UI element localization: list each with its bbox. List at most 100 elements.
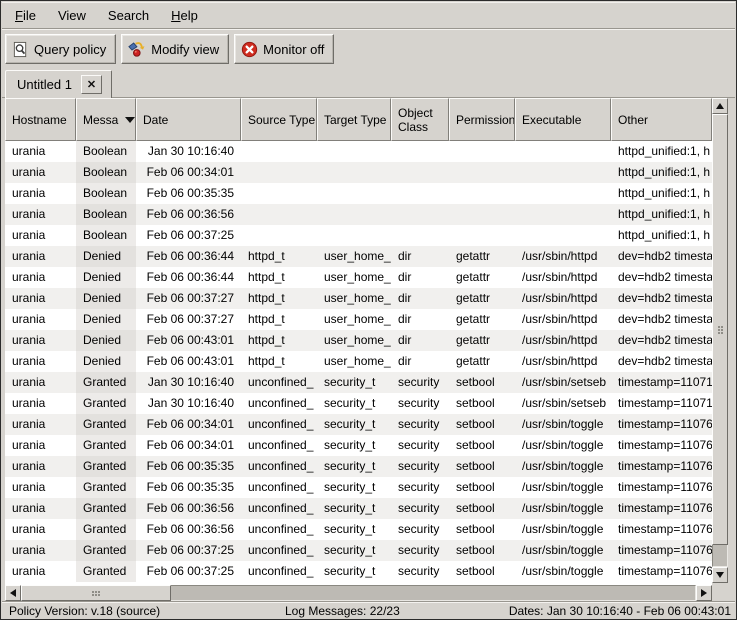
table-cell: Granted xyxy=(76,561,136,582)
menu-view[interactable]: View xyxy=(47,4,97,27)
horizontal-scroll-thumb[interactable] xyxy=(21,585,171,601)
table-cell: unconfined_ xyxy=(241,519,317,540)
table-row[interactable]: uraniaBooleanJan 30 10:16:40httpd_unifie… xyxy=(5,141,712,162)
table-row[interactable]: uraniaGrantedFeb 06 00:35:35unconfined_s… xyxy=(5,477,712,498)
table-row[interactable]: uraniaDeniedFeb 06 00:37:27httpd_tuser_h… xyxy=(5,309,712,330)
table-cell: Boolean xyxy=(76,141,136,162)
table-cell: httpd_t xyxy=(241,330,317,351)
table-cell: /usr/sbin/toggle xyxy=(515,540,611,561)
table-cell: /usr/sbin/setseb xyxy=(515,372,611,393)
menu-search[interactable]: Search xyxy=(97,4,160,27)
column-header-message[interactable]: Messa xyxy=(76,98,136,141)
column-header-object-class[interactable]: Object Class xyxy=(391,98,449,141)
table-row[interactable]: uraniaBooleanFeb 06 00:37:25httpd_unifie… xyxy=(5,225,712,246)
tab-close-button[interactable]: ✕ xyxy=(81,75,102,94)
table-cell: dir xyxy=(391,246,449,267)
table-cell: Feb 06 00:35:35 xyxy=(136,477,241,498)
table-cell: unconfined_ xyxy=(241,561,317,582)
column-header-date[interactable]: Date xyxy=(136,98,241,141)
table-row[interactable]: uraniaGrantedFeb 06 00:36:56unconfined_s… xyxy=(5,519,712,540)
table-cell: urania xyxy=(5,267,76,288)
policy-version-status: Policy Version: v.18 (source) xyxy=(9,604,160,618)
horizontal-scrollbar[interactable] xyxy=(5,585,712,601)
table-cell: unconfined_ xyxy=(241,393,317,414)
scroll-down-button[interactable] xyxy=(712,567,728,583)
menu-help[interactable]: Help xyxy=(160,4,209,27)
table-cell: user_home_ xyxy=(317,351,391,372)
table-cell: security xyxy=(391,435,449,456)
table-cell: timestamp=11071 xyxy=(611,372,712,393)
table-row[interactable]: uraniaBooleanFeb 06 00:34:01httpd_unifie… xyxy=(5,162,712,183)
table-cell: urania xyxy=(5,477,76,498)
table-cell: /usr/sbin/httpd xyxy=(515,288,611,309)
table-row[interactable]: uraniaGrantedFeb 06 00:35:35unconfined_s… xyxy=(5,456,712,477)
table-cell: httpd_t xyxy=(241,246,317,267)
table-cell: /usr/sbin/httpd xyxy=(515,330,611,351)
table-cell: getattr xyxy=(449,309,515,330)
column-header-other[interactable]: Other xyxy=(611,98,712,141)
table-row[interactable]: uraniaGrantedFeb 06 00:37:25unconfined_s… xyxy=(5,561,712,582)
table-cell: Granted xyxy=(76,414,136,435)
table-cell: dir xyxy=(391,309,449,330)
table-cell: security_t xyxy=(317,372,391,393)
table-cell: security_t xyxy=(317,519,391,540)
arrow-down-icon xyxy=(716,572,724,578)
arrow-left-icon xyxy=(10,589,16,597)
scroll-up-button[interactable] xyxy=(712,98,728,114)
column-header-permission[interactable]: Permission xyxy=(449,98,515,141)
table-row[interactable]: uraniaBooleanFeb 06 00:35:35httpd_unifie… xyxy=(5,183,712,204)
tab-label: Untitled 1 xyxy=(17,77,72,92)
table-cell: Feb 06 00:37:27 xyxy=(136,309,241,330)
table-cell: unconfined_ xyxy=(241,414,317,435)
column-header-target-type[interactable]: Target Type xyxy=(317,98,391,141)
table-cell: urania xyxy=(5,393,76,414)
table-cell: Feb 06 00:34:01 xyxy=(136,414,241,435)
column-header-hostname[interactable]: Hostname xyxy=(5,98,76,141)
vertical-scrollbar[interactable] xyxy=(712,98,728,583)
table-cell: security xyxy=(391,519,449,540)
table-cell: setbool xyxy=(449,435,515,456)
table-cell: httpd_t xyxy=(241,351,317,372)
table-cell: Feb 06 00:34:01 xyxy=(136,162,241,183)
table-cell: Boolean xyxy=(76,162,136,183)
table-cell: unconfined_ xyxy=(241,540,317,561)
table-cell: Feb 06 00:36:56 xyxy=(136,204,241,225)
table-cell: setbool xyxy=(449,414,515,435)
table-cell: /usr/sbin/toggle xyxy=(515,519,611,540)
table-row[interactable]: uraniaDeniedFeb 06 00:43:01httpd_tuser_h… xyxy=(5,330,712,351)
table-row[interactable]: uraniaDeniedFeb 06 00:36:44httpd_tuser_h… xyxy=(5,267,712,288)
scroll-right-button[interactable] xyxy=(696,585,712,601)
menu-file[interactable]: File xyxy=(4,4,47,27)
table-row[interactable]: uraniaGrantedFeb 06 00:37:25unconfined_s… xyxy=(5,540,712,561)
tab-untitled-1[interactable]: Untitled 1 ✕ xyxy=(5,70,112,99)
table-row[interactable]: uraniaDeniedFeb 06 00:37:27httpd_tuser_h… xyxy=(5,288,712,309)
table-cell: security xyxy=(391,498,449,519)
modify-view-label: Modify view xyxy=(151,42,219,57)
scroll-left-button[interactable] xyxy=(5,585,21,601)
table-cell xyxy=(241,141,317,162)
table-row[interactable]: uraniaGrantedFeb 06 00:34:01unconfined_s… xyxy=(5,435,712,456)
table-row[interactable]: uraniaDeniedFeb 06 00:43:01httpd_tuser_h… xyxy=(5,351,712,372)
query-policy-button[interactable]: Query policy xyxy=(5,34,116,64)
table-row[interactable]: uraniaBooleanFeb 06 00:36:56httpd_unifie… xyxy=(5,204,712,225)
vertical-scroll-thumb[interactable] xyxy=(712,114,728,545)
table-row[interactable]: uraniaGrantedJan 30 10:16:40unconfined_s… xyxy=(5,372,712,393)
table-row[interactable]: uraniaGrantedFeb 06 00:36:56unconfined_s… xyxy=(5,498,712,519)
table-row[interactable]: uraniaGrantedFeb 06 00:34:01unconfined_s… xyxy=(5,414,712,435)
column-header-source-type[interactable]: Source Type xyxy=(241,98,317,141)
table-cell: security xyxy=(391,540,449,561)
table-cell: security_t xyxy=(317,456,391,477)
modify-view-button[interactable]: Modify view xyxy=(121,34,229,64)
table-cell: urania xyxy=(5,204,76,225)
table-cell xyxy=(241,204,317,225)
menu-bar: File View Search Help xyxy=(2,2,735,28)
table-row[interactable]: uraniaDeniedFeb 06 00:36:44httpd_tuser_h… xyxy=(5,246,712,267)
table-cell: urania xyxy=(5,183,76,204)
table-cell: urania xyxy=(5,351,76,372)
monitor-off-button[interactable]: Monitor off xyxy=(234,34,334,64)
table-cell: timestamp=11071 xyxy=(611,393,712,414)
table-cell: Jan 30 10:16:40 xyxy=(136,393,241,414)
seaudit-window: File View Search Help Query policy xyxy=(0,0,737,620)
table-row[interactable]: uraniaGrantedJan 30 10:16:40unconfined_s… xyxy=(5,393,712,414)
column-header-executable[interactable]: Executable xyxy=(515,98,611,141)
